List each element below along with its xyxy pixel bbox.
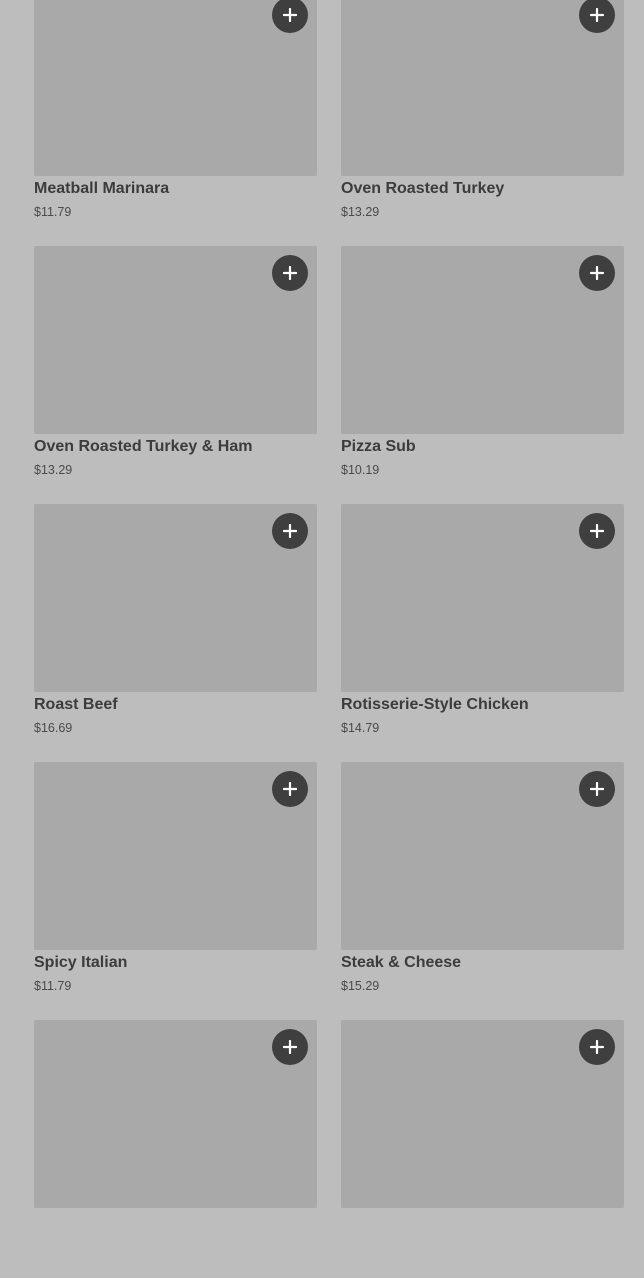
menu-item-price: $10.19 bbox=[341, 463, 380, 477]
plus-icon bbox=[283, 266, 297, 280]
menu-items-grid: Meatball Marinara $11.79 Oven Roasted Tu… bbox=[34, 0, 624, 1278]
menu-item-card[interactable]: Oven Roasted Turkey $13.29 bbox=[341, 0, 624, 246]
plus-icon bbox=[283, 782, 297, 796]
menu-item-name[interactable]: Pizza Sub bbox=[341, 438, 416, 456]
plus-icon bbox=[590, 782, 604, 796]
add-to-cart-button[interactable] bbox=[579, 513, 615, 549]
menu-item-price: $11.79 bbox=[34, 979, 72, 993]
menu-item-name[interactable]: Oven Roasted Turkey bbox=[341, 180, 504, 198]
menu-item-name[interactable]: Steak & Cheese bbox=[341, 954, 461, 972]
plus-icon bbox=[283, 8, 297, 22]
plus-icon bbox=[590, 1040, 604, 1054]
add-to-cart-button[interactable] bbox=[579, 771, 615, 807]
menu-item-card[interactable]: Oven Roasted Turkey & Ham $13.29 bbox=[34, 246, 317, 504]
menu-item-name[interactable]: Spicy Italian bbox=[34, 954, 127, 972]
menu-item-price: $13.29 bbox=[34, 463, 73, 477]
menu-item-name[interactable]: Oven Roasted Turkey & Ham bbox=[34, 438, 252, 456]
menu-item-card[interactable] bbox=[34, 1020, 317, 1278]
plus-icon bbox=[590, 266, 604, 280]
menu-item-card[interactable] bbox=[341, 1020, 624, 1278]
menu-item-name[interactable]: Rotisserie-Style Chicken bbox=[341, 696, 529, 714]
menu-item-price: $15.29 bbox=[341, 979, 380, 993]
menu-item-price: $13.29 bbox=[341, 205, 380, 219]
menu-item-price: $14.79 bbox=[341, 721, 380, 735]
add-to-cart-button[interactable] bbox=[272, 771, 308, 807]
plus-icon bbox=[283, 524, 297, 538]
menu-item-card[interactable]: Spicy Italian $11.79 bbox=[34, 762, 317, 1020]
add-to-cart-button[interactable] bbox=[579, 1029, 615, 1065]
menu-item-price: $11.79 bbox=[34, 205, 72, 219]
menu-item-card[interactable]: Meatball Marinara $11.79 bbox=[34, 0, 317, 246]
menu-item-card[interactable]: Rotisserie-Style Chicken $14.79 bbox=[341, 504, 624, 762]
menu-item-name[interactable]: Meatball Marinara bbox=[34, 180, 169, 198]
add-to-cart-button[interactable] bbox=[272, 1029, 308, 1065]
menu-item-image[interactable] bbox=[34, 0, 317, 176]
menu-item-card[interactable]: Steak & Cheese $15.29 bbox=[341, 762, 624, 1020]
plus-icon bbox=[590, 524, 604, 538]
plus-icon bbox=[283, 1040, 297, 1054]
plus-icon bbox=[590, 8, 604, 22]
menu-item-card[interactable]: Roast Beef $16.69 bbox=[34, 504, 317, 762]
add-to-cart-button[interactable] bbox=[272, 513, 308, 549]
add-to-cart-button[interactable] bbox=[272, 255, 308, 291]
menu-item-price: $16.69 bbox=[34, 721, 73, 735]
menu-item-image[interactable] bbox=[341, 0, 624, 176]
menu-item-card[interactable]: Pizza Sub $10.19 bbox=[341, 246, 624, 504]
menu-item-name[interactable]: Roast Beef bbox=[34, 696, 118, 714]
add-to-cart-button[interactable] bbox=[579, 255, 615, 291]
